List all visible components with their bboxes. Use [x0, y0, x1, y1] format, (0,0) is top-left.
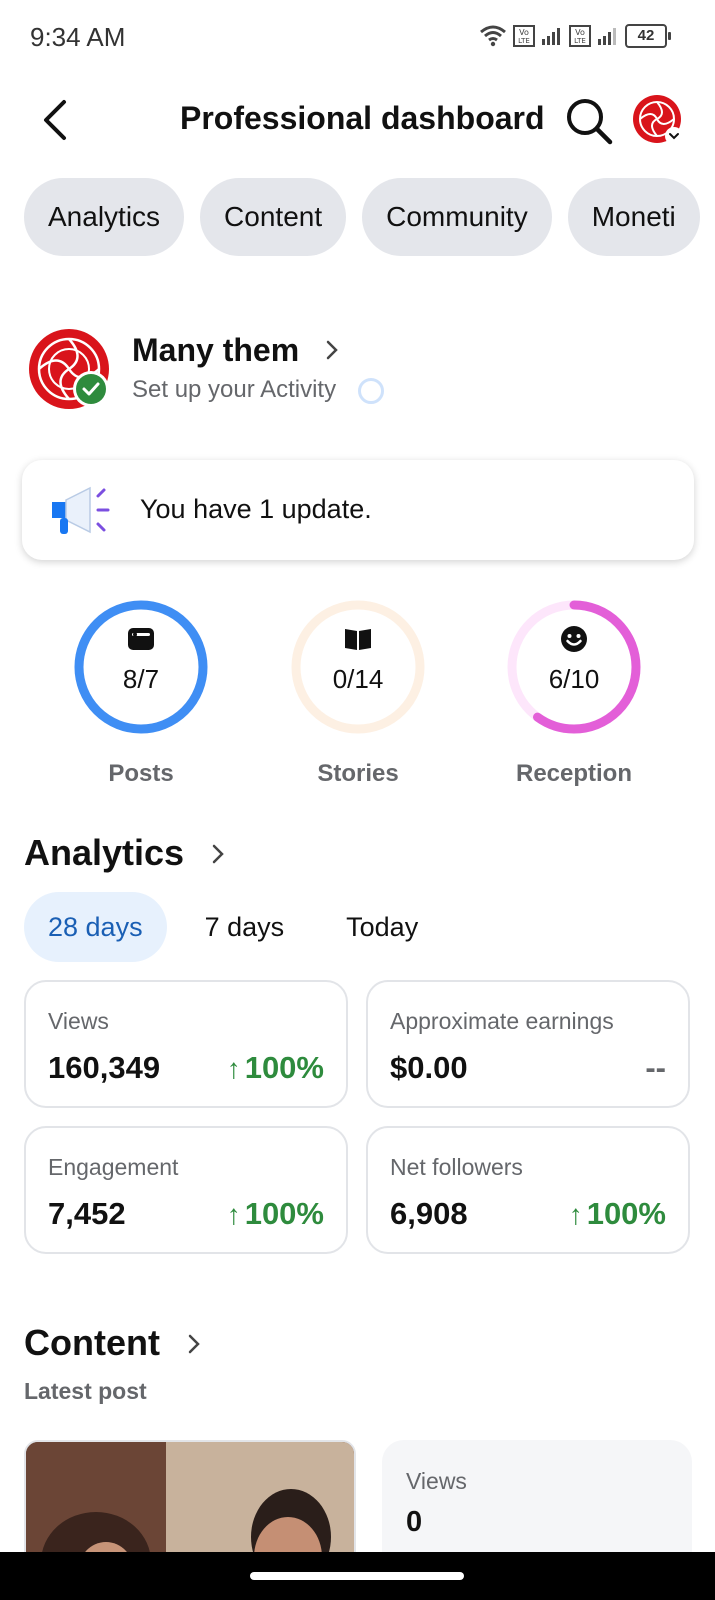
- system-nav-bar: [0, 1552, 715, 1600]
- stat-delta: ↑ 100%: [226, 1196, 324, 1231]
- stat-card-earnings[interactable]: Approximate earnings $0.00 --: [366, 980, 690, 1108]
- tab-analytics[interactable]: Analytics: [24, 178, 185, 256]
- verified-check-icon: [73, 371, 109, 407]
- stat-delta: ↑ 100%: [568, 1196, 666, 1231]
- reception-value: 6/10: [548, 664, 600, 694]
- svg-text:Vo: Vo: [575, 28, 585, 37]
- latest-post-label: Latest post: [24, 1378, 147, 1404]
- status-icons: Vo LTE Vo LTE 42: [479, 24, 671, 48]
- goal-posts[interactable]: 8/7 Posts: [66, 592, 216, 788]
- content-heading[interactable]: Content: [24, 1322, 160, 1364]
- stat-label: Views: [48, 1008, 109, 1034]
- status-time: 9:34 AM: [30, 22, 126, 52]
- megaphone-icon: [52, 486, 110, 534]
- stat-value: 6,908: [390, 1196, 468, 1231]
- signal-icon: [542, 28, 560, 45]
- page-title: Professional dashboard: [180, 100, 545, 136]
- analytics-heading[interactable]: Analytics: [24, 832, 184, 874]
- stat-card-views[interactable]: Views 160,349 ↑ 100%: [24, 980, 348, 1108]
- activity-setup-text: Set up your Activity: [132, 376, 337, 403]
- tab-monetization[interactable]: Moneti: [567, 178, 700, 256]
- svg-text:LTE: LTE: [574, 37, 586, 45]
- stat-label: Net followers: [390, 1154, 523, 1180]
- svg-text:Vo: Vo: [519, 28, 529, 37]
- post-card-icon: [128, 628, 154, 650]
- status-bar: 9:34 AM Vo LTE Vo LTE 42: [0, 0, 715, 78]
- page-name: Many them: [132, 332, 300, 368]
- range-today[interactable]: Today: [322, 892, 442, 962]
- chevron-right-icon[interactable]: [208, 840, 230, 868]
- search-icon[interactable]: [564, 96, 614, 146]
- professional-dashboard-screen: 9:34 AM Vo LTE Vo LTE 42 Professional da…: [0, 0, 715, 1600]
- stat-label: Approximate earnings: [390, 1008, 614, 1034]
- volte-icon: Vo LTE: [513, 25, 535, 47]
- tab-community[interactable]: Community: [362, 178, 552, 256]
- views-value: 0: [406, 1506, 423, 1538]
- up-arrow-icon: ↑: [226, 1053, 241, 1084]
- app-header: Professional dashboard: [0, 86, 715, 154]
- battery-icon: 42: [625, 24, 671, 48]
- update-card[interactable]: You have 1 update.: [22, 460, 694, 560]
- goal-stories[interactable]: 0/14 Stories: [283, 592, 433, 788]
- stat-value: $0.00: [390, 1050, 468, 1085]
- wifi-icon: [480, 25, 506, 47]
- range-28-days[interactable]: 28 days: [24, 892, 167, 962]
- stat-value: 160,349: [48, 1050, 161, 1085]
- stat-label: Engagement: [48, 1154, 179, 1180]
- goal-reception[interactable]: 6/10 Reception: [499, 592, 649, 788]
- stat-delta: ↑ 100%: [226, 1050, 324, 1085]
- date-range-tabs: 28 days 7 days Today: [24, 892, 442, 962]
- stat-card-engagement[interactable]: Engagement 7,452 ↑ 100%: [24, 1126, 348, 1254]
- views-label: Views: [406, 1468, 467, 1494]
- chevron-right-icon: [326, 340, 338, 360]
- range-7-days[interactable]: 7 days: [181, 892, 309, 962]
- stories-value: 0/14: [332, 664, 384, 694]
- battery-level: 42: [625, 24, 667, 48]
- signal-icon-2: [598, 28, 616, 45]
- stories-label: Stories: [317, 760, 399, 787]
- book-icon: [345, 629, 371, 650]
- svg-text:LTE: LTE: [518, 37, 530, 45]
- stat-delta: --: [645, 1050, 666, 1085]
- chevron-right-icon[interactable]: [184, 1330, 206, 1358]
- activity-progress-ring: [358, 378, 384, 404]
- page-profile-row[interactable]: Many them Set up your Activity: [28, 328, 688, 414]
- up-arrow-icon: ↑: [226, 1199, 241, 1230]
- posts-value: 8/7: [122, 664, 160, 694]
- stat-value: 7,452: [48, 1196, 126, 1231]
- dashboard-tabs: Analytics Content Community Moneti: [24, 178, 700, 256]
- home-gesture-handle[interactable]: [250, 1572, 464, 1580]
- profile-switcher-avatar[interactable]: [632, 94, 684, 146]
- posts-label: Posts: [108, 760, 174, 787]
- volte-icon-2: Vo LTE: [569, 25, 591, 47]
- smiley-icon: [561, 626, 587, 652]
- update-text: You have 1 update.: [140, 494, 372, 524]
- reception-label: Reception: [515, 760, 632, 787]
- back-arrow-icon[interactable]: [36, 96, 76, 144]
- stat-card-net-followers[interactable]: Net followers 6,908 ↑ 100%: [366, 1126, 690, 1254]
- up-arrow-icon: ↑: [568, 1199, 583, 1230]
- tab-content[interactable]: Content: [200, 178, 347, 256]
